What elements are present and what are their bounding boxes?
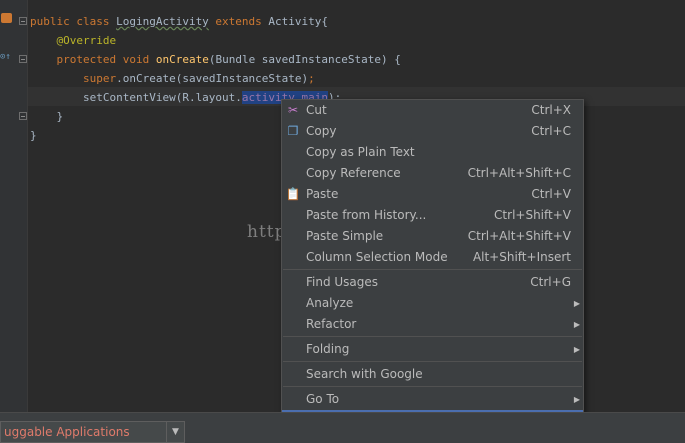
menu-item-shortcut: Ctrl+V (531, 187, 571, 201)
copy-icon: ❐ (287, 124, 299, 138)
submenu-arrow-icon: ▶ (573, 320, 580, 329)
menu-item-copy-reference[interactable]: Copy Reference Ctrl+Alt+Shift+C (282, 163, 583, 184)
code-token: } (30, 129, 37, 142)
code-token: LogingActivity (116, 15, 209, 28)
menu-item-label: Find Usages (306, 275, 379, 289)
override-gutter-icon[interactable]: ⊙↑ (0, 52, 11, 62)
code-line[interactable]: super.onCreate(savedInstanceState); (30, 69, 401, 88)
debuggable-apps-select[interactable]: uggable Applications ▼ (0, 421, 185, 443)
menu-item-shortcut: Ctrl+Shift+V (494, 208, 571, 222)
menu-separator (283, 269, 582, 270)
code-line[interactable]: protected void onCreate(Bundle savedInst… (30, 50, 401, 69)
menu-item-find-usages[interactable]: Find Usages Ctrl+G (282, 272, 583, 293)
menu-item-paste-simple[interactable]: Paste Simple Ctrl+Alt+Shift+V (282, 226, 583, 247)
menu-item-shortcut: Ctrl+Alt+Shift+V (467, 229, 571, 243)
code-token: } (30, 110, 64, 123)
code-token: (Bundle savedInstanceState) { (208, 53, 401, 66)
submenu-arrow-icon: ▶ (573, 395, 580, 404)
submenu-arrow-icon: ▶ (573, 345, 580, 354)
chevron-down-icon[interactable]: ▼ (166, 422, 184, 442)
scissors-icon: ✂ (287, 103, 299, 117)
menu-item-label: Paste from History... (306, 208, 427, 222)
code-token: extends (208, 15, 269, 28)
code-token: @Override (56, 34, 117, 47)
menu-item-label: Go To (306, 392, 340, 406)
menu-item-shortcut: Ctrl+Alt+Shift+C (467, 166, 571, 180)
menu-item-label: Copy as Plain Text (306, 145, 415, 159)
code-token: ; (308, 72, 315, 85)
class-gutter-icon[interactable] (1, 13, 12, 23)
menu-item-label: Cut (306, 103, 327, 117)
menu-item-shortcut: Alt+Shift+Insert (472, 250, 571, 264)
menu-item-label: Paste (306, 187, 339, 201)
menu-separator (283, 336, 582, 337)
code-line[interactable]: public class LogingActivity extends Acti… (30, 12, 401, 31)
code-line[interactable]: @Override (30, 31, 401, 50)
menu-separator (283, 361, 582, 362)
fold-toggle-icon[interactable] (19, 55, 27, 63)
menu-item-label: Column Selection Mode (306, 250, 448, 264)
context-menu: ✂ Cut Ctrl+X ❐ Copy Ctrl+C Copy as Plain Text C… (281, 99, 584, 443)
menu-item-paste[interactable]: 📋 Paste Ctrl+V (282, 184, 583, 205)
fold-end-icon[interactable] (19, 112, 27, 120)
menu-item-shortcut: Ctrl+C (531, 124, 571, 138)
code-token: super (82, 72, 117, 85)
menu-item-label: Search with Google (306, 367, 423, 381)
editor-gutter: ⊙↑ (0, 0, 28, 412)
menu-item-column-selection-mode[interactable]: Column Selection Mode Alt+Shift+Insert (282, 247, 583, 268)
menu-item-label: Copy (306, 124, 337, 138)
debug-select-value: uggable Applications (4, 425, 130, 439)
code-token: protected void (56, 53, 156, 66)
menu-item-label: Paste Simple (306, 229, 384, 243)
menu-item-copy-as-plain-text[interactable]: Copy as Plain Text (282, 142, 583, 163)
code-token: Activity{ (268, 15, 329, 28)
menu-item-paste-from-history[interactable]: Paste from History... Ctrl+Shift+V (282, 205, 583, 226)
menu-item-refactor[interactable]: Refactor ▶ (282, 314, 583, 335)
menu-item-shortcut: Ctrl+G (530, 275, 571, 289)
code-token: setContentView(R.layout. (30, 91, 242, 104)
code-token: public class (30, 15, 117, 28)
menu-item-label: Refactor (306, 317, 357, 331)
code-token: onCreate (155, 53, 209, 66)
menu-item-label: Folding (306, 342, 350, 356)
menu-item-copy[interactable]: ❐ Copy Ctrl+C (282, 121, 583, 142)
menu-separator (283, 386, 582, 387)
menu-item-shortcut: Ctrl+X (531, 103, 571, 117)
menu-item-search-with-google[interactable]: Search with Google (282, 364, 583, 385)
menu-item-cut[interactable]: ✂ Cut Ctrl+X (282, 100, 583, 121)
paste-icon: 📋 (285, 187, 301, 201)
menu-item-label: Analyze (306, 296, 354, 310)
bottom-toolbar: uggable Applications ▼ (0, 412, 685, 443)
code-token: .onCreate(savedInstanceState) (116, 72, 309, 85)
menu-item-analyze[interactable]: Analyze ▶ (282, 293, 583, 314)
fold-toggle-icon[interactable] (19, 17, 27, 25)
menu-item-folding[interactable]: Folding ▶ (282, 339, 583, 360)
menu-item-label: Copy Reference (306, 166, 401, 180)
submenu-arrow-icon: ▶ (573, 299, 580, 308)
menu-item-go-to[interactable]: Go To ▶ (282, 389, 583, 410)
